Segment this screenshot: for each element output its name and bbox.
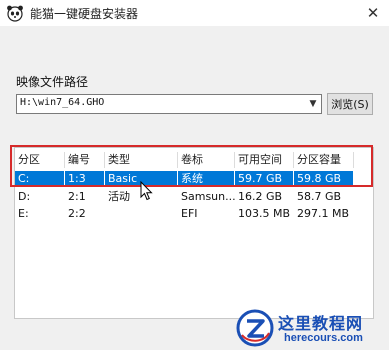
table-cell: 16.2 GB bbox=[238, 190, 283, 203]
site-watermark: 这里教程网 herecours.com bbox=[232, 306, 389, 350]
browse-button[interactable]: 浏览(S) bbox=[327, 93, 373, 115]
watermark-title: 这里教程网 bbox=[278, 314, 364, 333]
table-cell: C: bbox=[15, 171, 65, 187]
image-path-combobox[interactable]: H:\win7_64.GHO ▼ bbox=[16, 94, 322, 114]
title-bar: 能猫一键硬盘安装器 ✕ bbox=[0, 0, 389, 26]
table-cell: 1:3 bbox=[65, 171, 105, 187]
image-path-value: H:\win7_64.GHO bbox=[20, 97, 105, 108]
table-row[interactable]: C: 1:3 Basic 系统 59.7 GB 59.8 GB bbox=[15, 171, 373, 187]
table-cell: Samsun... bbox=[181, 190, 235, 203]
dropdown-arrow-icon[interactable]: ▼ bbox=[305, 95, 321, 113]
table-cell: EFI bbox=[181, 207, 198, 220]
table-cell: 58.7 GB bbox=[297, 190, 342, 203]
mouse-cursor-icon bbox=[140, 181, 153, 201]
table-cell: 2:1 bbox=[68, 190, 86, 203]
table-cell: 59.7 GB bbox=[235, 171, 294, 187]
partition-table[interactable]: 分区 编号 类型 卷标 可用空间 分区容量 C: 1:3 Basic 系统 59… bbox=[14, 147, 374, 319]
column-header[interactable]: 可用空间 bbox=[235, 152, 294, 168]
column-header[interactable]: 分区容量 bbox=[294, 152, 354, 168]
table-cell: 297.1 MB bbox=[297, 207, 350, 220]
column-header[interactable]: 分区 bbox=[15, 152, 65, 168]
table-row[interactable]: E: 2:2 EFI 103.5 MB 297.1 MB bbox=[15, 206, 373, 222]
table-cell: D: bbox=[18, 190, 31, 203]
column-header[interactable]: 卷标 bbox=[178, 152, 235, 168]
table-row[interactable]: D: 2:1 活动 Samsun... 16.2 GB 58.7 GB bbox=[15, 189, 373, 205]
table-cell: 103.5 MB bbox=[238, 207, 291, 220]
panda-app-icon bbox=[7, 5, 23, 22]
table-header: 分区 编号 类型 卷标 可用空间 分区容量 bbox=[15, 152, 373, 168]
column-header[interactable]: 类型 bbox=[105, 152, 178, 168]
table-cell: 59.8 GB bbox=[294, 171, 354, 187]
close-button[interactable]: ✕ bbox=[362, 2, 384, 24]
window-title: 能猫一键硬盘安装器 bbox=[30, 7, 139, 21]
table-cell bbox=[105, 206, 178, 222]
close-icon: ✕ bbox=[366, 4, 380, 22]
table-cell: 系统 bbox=[178, 171, 235, 187]
table-cell: E: bbox=[18, 207, 29, 220]
table-cell: 2:2 bbox=[68, 207, 86, 220]
column-header[interactable]: 编号 bbox=[65, 152, 105, 168]
watermark-logo-icon bbox=[236, 309, 274, 347]
image-path-label: 映像文件路径 bbox=[16, 75, 89, 89]
watermark-url: herecours.com bbox=[284, 332, 363, 344]
